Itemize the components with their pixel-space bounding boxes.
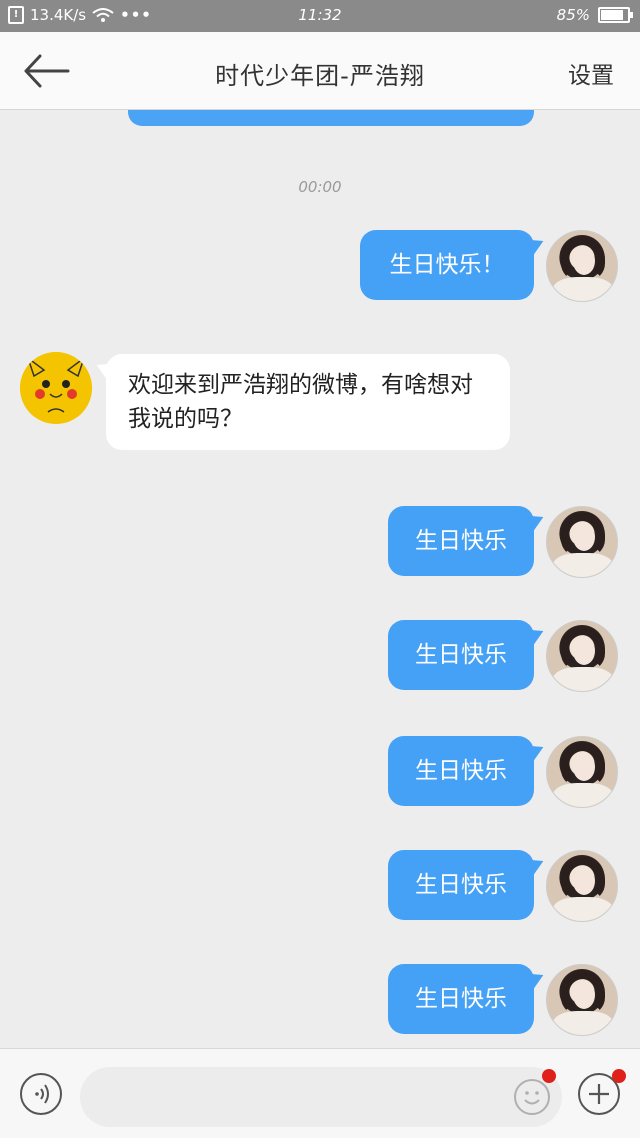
message-bubble-sent[interactable]: 生日快乐 (388, 506, 534, 576)
previous-message-bubble[interactable] (128, 110, 534, 126)
chat-title: 时代少年团-严浩翔 (215, 62, 425, 90)
battery-fill (601, 10, 624, 20)
message-bubble-sent[interactable]: 生日快乐！ (360, 230, 534, 300)
my-avatar[interactable] (546, 506, 618, 578)
plus-notification-dot (612, 1069, 626, 1083)
emoji-icon (524, 1091, 540, 1105)
pikachu-icon (20, 352, 92, 424)
my-avatar[interactable] (546, 850, 618, 922)
status-time: 11:32 (298, 6, 342, 24)
my-avatar[interactable] (546, 964, 618, 1036)
status-bar: ! 13.4K/s ••• 11:32 85% (0, 0, 640, 32)
message-input[interactable] (80, 1067, 562, 1127)
battery-icon (598, 7, 633, 23)
composer-bar (0, 1048, 640, 1138)
voice-icon (35, 1084, 49, 1104)
settings-button[interactable]: 设置 (568, 56, 614, 90)
voice-button[interactable] (20, 1073, 62, 1115)
message-bubble-sent[interactable]: 生日快乐 (388, 620, 534, 690)
pikachu-avatar[interactable] (20, 352, 92, 424)
chat-header: 时代少年团-严浩翔 设置 (0, 32, 640, 110)
message-bubble-sent[interactable]: 生日快乐 (388, 964, 534, 1034)
my-avatar[interactable] (546, 736, 618, 808)
battery-percent: 85% (556, 6, 590, 24)
message-bubble-received[interactable]: 欢迎来到严浩翔的微博，有啥想对我说的吗？ (106, 354, 510, 450)
emoji-button[interactable] (514, 1079, 550, 1115)
message-timestamp: 00:00 (298, 178, 342, 196)
message-bubble-sent[interactable]: 生日快乐 (388, 736, 534, 806)
emoji-notification-dot (542, 1069, 556, 1083)
my-avatar[interactable] (546, 230, 618, 302)
plus-icon (589, 1084, 609, 1104)
message-list[interactable]: 00:00 生日快乐！ 欢迎来到严浩翔的微博，有啥想对我说的吗？ 生日快乐 生日… (0, 110, 640, 1048)
message-bubble-sent[interactable]: 生日快乐 (388, 850, 534, 920)
my-avatar[interactable] (546, 620, 618, 692)
